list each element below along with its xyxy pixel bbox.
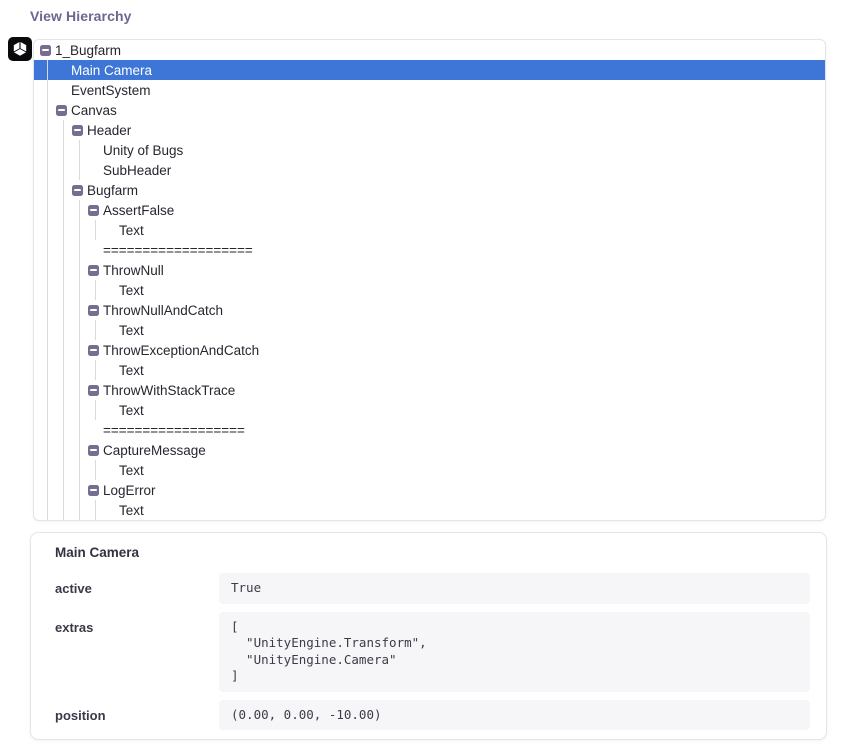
- indent-spacer: [88, 170, 103, 171]
- collapse-minus-icon[interactable]: [72, 185, 83, 196]
- indent-spacer: [104, 230, 119, 231]
- tree-node-label: LogError: [103, 483, 156, 498]
- tree-node[interactable]: Header: [34, 120, 825, 140]
- tree-node-selected[interactable]: Main Camera: [34, 60, 825, 80]
- indent-spacer: [56, 70, 71, 71]
- tree-node[interactable]: ==================: [34, 420, 825, 440]
- collapse-minus-icon[interactable]: [40, 45, 51, 56]
- collapse-minus-icon[interactable]: [88, 345, 99, 356]
- tree-node-label: Text: [119, 503, 144, 518]
- hierarchy-tree: 1_Bugfarm Main Camera EventSystem Canvas Hea…: [34, 40, 825, 520]
- tree-node-label: Text: [119, 323, 144, 338]
- tree-node-label: Canvas: [71, 103, 117, 118]
- tree-node[interactable]: Bugfarm: [34, 180, 825, 200]
- tree-node[interactable]: EventSystem: [34, 80, 825, 100]
- tree-node[interactable]: Text: [34, 360, 825, 380]
- tree-node[interactable]: ThrowWithStackTrace: [34, 380, 825, 400]
- indent-spacer: [88, 250, 103, 251]
- hierarchy-panel: 1_Bugfarm Main Camera EventSystem Canvas Hea…: [33, 39, 826, 521]
- tree-node[interactable]: Canvas: [34, 100, 825, 120]
- indent-spacer: [104, 470, 119, 471]
- indent-spacer: [104, 330, 119, 331]
- tree-node-label: Text: [119, 403, 144, 418]
- tree-node-label: AssertFalse: [103, 203, 174, 218]
- unity-cube-glyph: [11, 40, 29, 58]
- tree-node[interactable]: Text: [34, 280, 825, 300]
- detail-row-position: position(0.00, 0.00, -10.00): [47, 700, 810, 731]
- tree-node-label: Bugfarm: [87, 183, 138, 198]
- collapse-minus-icon[interactable]: [88, 205, 99, 216]
- tree-node[interactable]: Text: [34, 460, 825, 480]
- tree-node[interactable]: Text: [34, 500, 825, 520]
- tree-node[interactable]: CaptureMessage: [34, 440, 825, 460]
- detail-label: extras: [47, 612, 219, 635]
- collapse-minus-icon[interactable]: [88, 445, 99, 456]
- collapse-minus-icon[interactable]: [56, 105, 67, 116]
- tree-node[interactable]: AssertFalse: [34, 200, 825, 220]
- tree-node[interactable]: Text: [34, 320, 825, 340]
- tree-node-label: ThrowNullAndCatch: [103, 303, 223, 318]
- tree-node[interactable]: ThrowExceptionAndCatch: [34, 340, 825, 360]
- tree-node-label: Text: [119, 223, 144, 238]
- details-panel: Main Camera activeTrueextras[ "UnityEngi…: [30, 532, 827, 740]
- tree-node[interactable]: ThrowNullAndCatch: [34, 300, 825, 320]
- collapse-minus-icon[interactable]: [88, 265, 99, 276]
- tree-node-label: Unity of Bugs: [103, 143, 183, 158]
- unity-logo-icon: [8, 37, 32, 61]
- tree-node[interactable]: Text: [34, 400, 825, 420]
- detail-label: active: [47, 573, 219, 596]
- tree-node[interactable]: Text: [34, 220, 825, 240]
- detail-row-active: activeTrue: [47, 573, 810, 604]
- detail-value: [ "UnityEngine.Transform", "UnityEngine.…: [219, 612, 810, 692]
- details-title: Main Camera: [47, 545, 810, 560]
- tree-node[interactable]: ===================: [34, 240, 825, 260]
- tree-node[interactable]: LogError: [34, 480, 825, 500]
- collapse-minus-icon[interactable]: [88, 385, 99, 396]
- details-rows: activeTrueextras[ "UnityEngine.Transform…: [47, 573, 810, 730]
- collapse-minus-icon[interactable]: [88, 305, 99, 316]
- tree-node-label: Text: [119, 463, 144, 478]
- tree-node-label: 1_Bugfarm: [55, 43, 121, 58]
- tree-node-label: CaptureMessage: [103, 443, 206, 458]
- page-title: View Hierarchy: [30, 8, 132, 24]
- tree-node-label: ThrowNull: [103, 263, 164, 278]
- tree-node-label: ==================: [103, 423, 245, 438]
- detail-row-extras: extras[ "UnityEngine.Transform", "UnityE…: [47, 612, 810, 692]
- tree-node-label: ThrowWithStackTrace: [103, 383, 235, 398]
- indent-spacer: [88, 430, 103, 431]
- tree-node-label: ThrowExceptionAndCatch: [103, 343, 259, 358]
- tree-node-label: Header: [87, 123, 131, 138]
- collapse-minus-icon[interactable]: [88, 485, 99, 496]
- indent-spacer: [104, 290, 119, 291]
- tree-node-label: EventSystem: [71, 83, 151, 98]
- tree-node-label: Main Camera: [71, 63, 152, 78]
- indent-spacer: [56, 90, 71, 91]
- detail-value: True: [219, 573, 810, 604]
- tree-node[interactable]: Unity of Bugs: [34, 140, 825, 160]
- indent-spacer: [104, 510, 119, 511]
- tree-node-label: Text: [119, 363, 144, 378]
- collapse-minus-icon[interactable]: [72, 125, 83, 136]
- detail-label: position: [47, 700, 219, 723]
- tree-node[interactable]: SubHeader: [34, 160, 825, 180]
- tree-node-label: ===================: [103, 243, 253, 258]
- detail-value: (0.00, 0.00, -10.00): [219, 700, 810, 731]
- tree-node[interactable]: ThrowNull: [34, 260, 825, 280]
- tree-node[interactable]: 1_Bugfarm: [34, 40, 825, 60]
- indent-spacer: [104, 370, 119, 371]
- tree-node-label: SubHeader: [103, 163, 171, 178]
- indent-spacer: [104, 410, 119, 411]
- indent-spacer: [88, 150, 103, 151]
- tree-node-label: Text: [119, 283, 144, 298]
